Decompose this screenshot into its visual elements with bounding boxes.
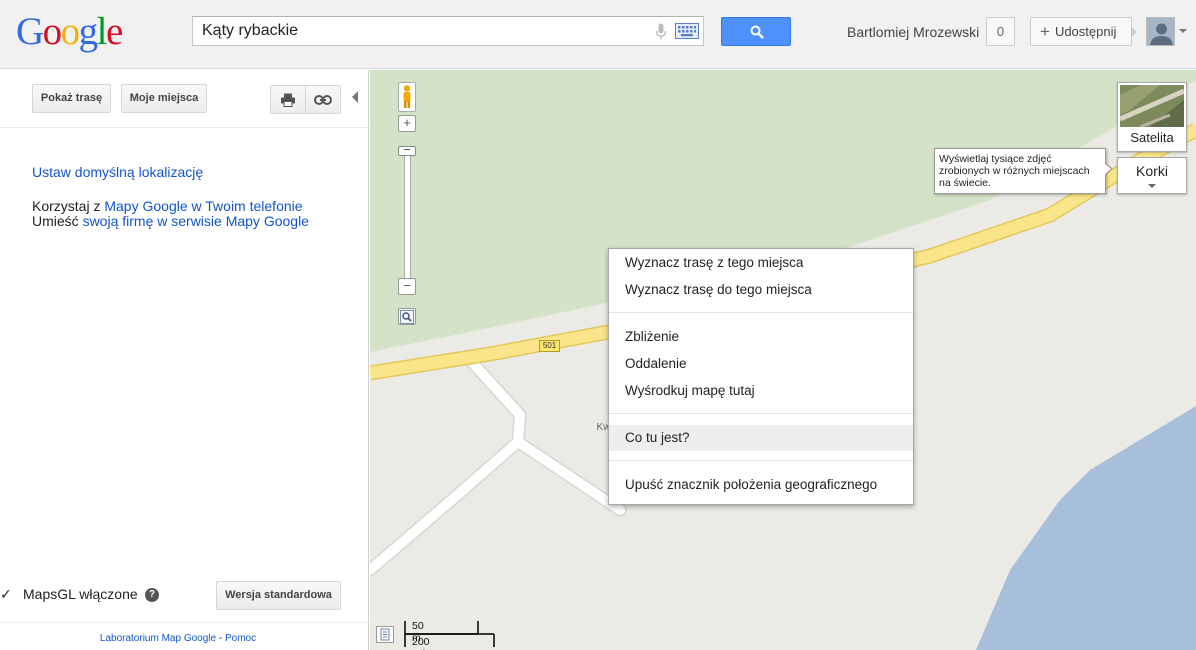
keyboard-icon[interactable] (675, 23, 699, 39)
road-number-shield: 501 (539, 340, 560, 352)
print-button[interactable] (270, 85, 306, 114)
menu-item-drop-marker[interactable]: Upuść znacznik położenia geograficznego (609, 472, 913, 498)
account-menu-caret-icon[interactable] (1179, 29, 1187, 33)
check-icon[interactable]: ✓ (0, 586, 12, 603)
link-icon (314, 95, 332, 108)
divider (0, 127, 369, 128)
standard-version-button[interactable]: Wersja standardowa (216, 581, 341, 610)
menu-item-whats-here[interactable]: Co tu jest? (609, 425, 913, 451)
menu-item-directions-from[interactable]: Wyznacz trasę z tego miejsca (609, 250, 913, 276)
search-input[interactable] (193, 17, 643, 45)
logo-letter: o (60, 10, 81, 53)
menu-separator (609, 413, 913, 414)
my-places-button[interactable]: Moje miejsca (121, 84, 207, 113)
help-link[interactable]: Pomoc (225, 633, 256, 644)
show-route-button[interactable]: Pokaż trasę (32, 84, 111, 113)
logo-letter: o (42, 10, 63, 53)
phone-prefix: Korzystaj z (32, 198, 105, 214)
pegman-icon[interactable] (398, 82, 416, 112)
maps-labs-link[interactable]: Laboratorium Map Google (100, 633, 216, 644)
map-canvas[interactable]: 501 Kwa K + − − Satelita Korki Wyświetla… (370, 70, 1196, 650)
user-name[interactable]: Bartlomiej Mrozewski (847, 24, 979, 40)
context-menu: Wyznacz trasę z tego miejsca Wyznacz tra… (608, 248, 914, 505)
notification-count[interactable]: 0 (986, 17, 1015, 46)
microphone-icon[interactable] (655, 23, 667, 41)
divider (0, 622, 369, 623)
logo-letter: g (78, 10, 99, 53)
magnifier-icon (400, 310, 414, 327)
share-arrow-icon (1131, 26, 1137, 38)
zoom-out-button[interactable]: − (398, 278, 416, 295)
business-prefix: Umieść (32, 213, 83, 229)
search-box (192, 16, 704, 46)
plus-icon: + (1040, 22, 1050, 41)
menu-item-zoom-in[interactable]: Zbliżenie (609, 324, 913, 350)
footer-links: Laboratorium Map Google - Pomoc (0, 633, 356, 644)
logo-letter: e (106, 10, 123, 53)
mobile-maps-link[interactable]: Mapy Google w Twoim telefonie (104, 198, 302, 214)
zoom-box-button[interactable] (398, 308, 416, 325)
zoom-in-button[interactable]: + (398, 115, 416, 132)
top-bar: Google Bartlomiej Mrozewski 0 + Udostępni… (0, 0, 1196, 69)
business-link[interactable]: swoją firmę w serwisie Mapy Google (83, 213, 309, 229)
logo-letter: G (16, 10, 44, 53)
traffic-label: Korki (1136, 163, 1168, 179)
satellite-thumbnail (1120, 85, 1184, 127)
printer-icon (280, 93, 296, 110)
zoom-slider-handle[interactable]: − (398, 143, 416, 156)
footer-separator: - (216, 633, 225, 644)
mapsgl-label: MapsGL włączone (23, 586, 138, 602)
chevron-down-icon[interactable] (1148, 184, 1156, 188)
share-label: Udostępnij (1054, 24, 1117, 39)
satellite-view-button[interactable]: Satelita (1117, 82, 1187, 152)
map-legend-icon[interactable] (376, 626, 394, 643)
share-button[interactable]: + Udostępnij (1030, 17, 1132, 46)
default-location-link[interactable]: Ustaw domyślną lokalizację (32, 164, 203, 180)
tooltip-pointer (1104, 163, 1111, 175)
collapse-panel-icon[interactable] (352, 91, 358, 103)
menu-separator (609, 312, 913, 313)
search-button[interactable] (721, 17, 791, 46)
zoom-slider-track[interactable] (404, 148, 411, 288)
link-button[interactable] (305, 85, 341, 114)
business-promo: Umieść swoją firmę w serwisie Mapy Googl… (32, 213, 309, 229)
scale-imperial-label: 200 stóp (412, 636, 432, 650)
menu-item-zoom-out[interactable]: Oddalenie (609, 351, 913, 377)
photos-tooltip: Wyświetlaj tysiące zdjęć zrobionych w ró… (934, 148, 1106, 194)
avatar[interactable] (1146, 17, 1175, 46)
help-icon[interactable]: ? (145, 588, 159, 602)
traffic-button[interactable]: Korki (1117, 157, 1187, 194)
menu-item-center-map[interactable]: Wyśrodkuj mapę tutaj (609, 378, 913, 404)
logo-letter: l (96, 10, 108, 53)
phone-promo: Korzystaj z Mapy Google w Twoim telefoni… (32, 198, 303, 214)
left-panel: Pokaż trasę Moje miejsca Ustaw domyślną … (0, 70, 369, 650)
menu-item-directions-to[interactable]: Wyznacz trasę do tego miejsca (609, 277, 913, 303)
google-logo[interactable]: Google (16, 10, 123, 53)
menu-separator (609, 460, 913, 461)
zoom-handle-mark: − (403, 142, 411, 157)
satellite-label: Satelita (1130, 130, 1174, 145)
